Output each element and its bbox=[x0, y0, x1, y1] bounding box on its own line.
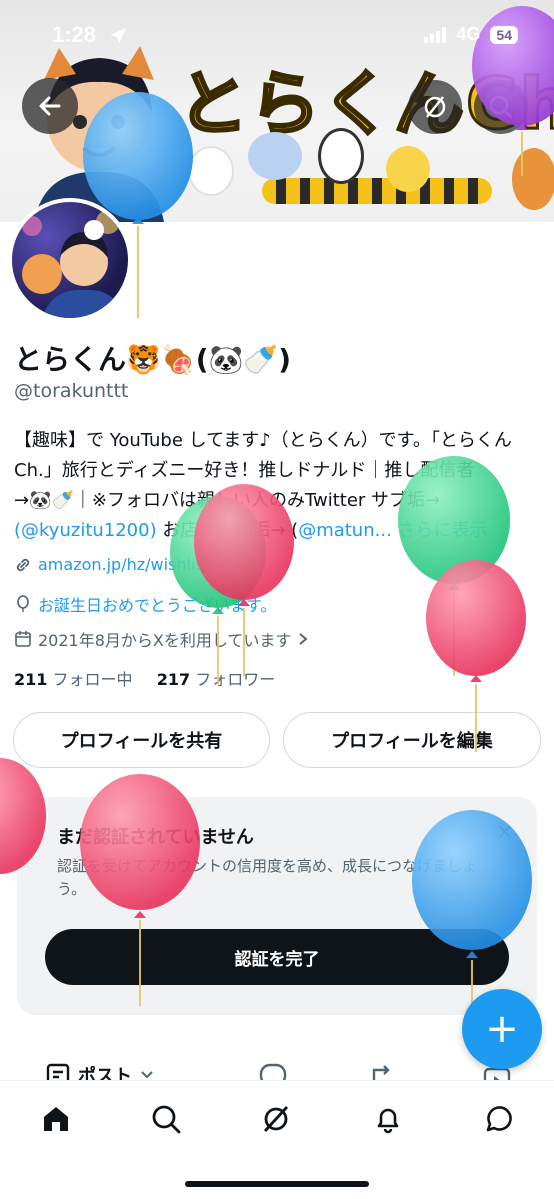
balloon-icon bbox=[17, 595, 29, 612]
nav-notifications[interactable] bbox=[368, 1099, 408, 1139]
cellular-signal-icon bbox=[424, 26, 447, 43]
back-button[interactable] bbox=[22, 78, 78, 134]
verification-description: 認証を受けてアカウントの信用度を高め、成長につなげましょう。 bbox=[57, 857, 478, 898]
verification-card: まだ認証されていません × 認証を受けてアカウントの信用度を高め、成長につなげま… bbox=[17, 797, 537, 1015]
banner-cow bbox=[318, 128, 364, 184]
search-icon bbox=[489, 95, 513, 119]
message-icon bbox=[486, 1106, 512, 1132]
bio-mention-matun[interactable]: @matun... bbox=[298, 520, 392, 541]
nav-grok[interactable] bbox=[256, 1099, 296, 1139]
compose-post-button[interactable]: + bbox=[462, 989, 542, 1069]
tab-posts-label: ポスト bbox=[78, 1066, 132, 1082]
banner-tiger bbox=[512, 148, 554, 210]
nav-home[interactable] bbox=[36, 1099, 76, 1139]
following-count: 211 bbox=[14, 670, 48, 689]
grok-button[interactable] bbox=[408, 80, 462, 134]
home-icon bbox=[44, 1107, 68, 1131]
followers-count: 217 bbox=[156, 670, 191, 689]
avatar[interactable] bbox=[8, 198, 132, 322]
chevron-right-icon bbox=[299, 633, 308, 645]
nav-search[interactable] bbox=[146, 1099, 186, 1139]
profile-link-row[interactable]: amazon.jp/hz/wishlist bbox=[14, 555, 210, 574]
battery-indicator: 54 bbox=[490, 25, 518, 44]
share-profile-button[interactable]: プロフィールを共有 bbox=[13, 712, 270, 768]
bio-mention-kyuzitu[interactable]: (@kyuzitu1200) bbox=[14, 520, 157, 541]
reply-tab-icon[interactable] bbox=[258, 1062, 288, 1082]
joined-row[interactable]: 2021年8月からXを利用しています bbox=[14, 627, 309, 651]
profile-link[interactable]: amazon.jp/hz/wishlist bbox=[38, 555, 210, 574]
search-button[interactable] bbox=[474, 80, 528, 134]
edit-profile-button[interactable]: プロフィールを編集 bbox=[283, 712, 541, 768]
user-handle: @torakunttt bbox=[14, 380, 129, 402]
arrow-left-icon bbox=[39, 96, 61, 116]
grok-icon bbox=[263, 1106, 289, 1132]
link-icon bbox=[16, 558, 30, 571]
status-bar: 1:28 4G 54 bbox=[0, 0, 554, 72]
avatar-illustration bbox=[22, 210, 124, 318]
nav-messages[interactable] bbox=[478, 1099, 518, 1139]
network-type: 4G bbox=[456, 24, 481, 44]
birthday-message: お誕生日おめでとうございます。 bbox=[38, 596, 277, 615]
location-arrow-icon bbox=[110, 28, 126, 44]
bio-line-1: 【趣味】で YouTube してます♪（とらくん）です。「とらくん bbox=[14, 430, 512, 451]
bio-line-4: (@kyuzitu1200) お店の専門垢→ (@matun... さらに表示 bbox=[14, 516, 544, 546]
calendar-icon bbox=[15, 631, 31, 647]
profile-tabs: ポスト bbox=[0, 1058, 554, 1082]
followers-link[interactable]: 217 フォロワー bbox=[157, 670, 276, 689]
status-time: 1:28 bbox=[52, 22, 97, 47]
birthday-row: お誕生日おめでとうございます。 bbox=[14, 592, 276, 616]
bio-line-2: Ch.」旅行とディズニー好き！推しドナルド｜推し配信者 bbox=[14, 460, 475, 481]
show-more-link[interactable]: さらに表示 bbox=[398, 520, 488, 541]
banner-rabbit bbox=[188, 146, 234, 196]
verification-title: まだ認証されていません bbox=[57, 827, 254, 848]
close-icon[interactable]: × bbox=[496, 819, 513, 843]
profile-bio: 【趣味】で YouTube してます♪（とらくん）です。「とらくん Ch.」旅行… bbox=[14, 426, 544, 546]
bottom-navigation bbox=[0, 1080, 554, 1199]
bio-line-3: →🐼🍼｜※フォロバは親しい人のみTwitter サブ垢→ bbox=[14, 490, 441, 511]
display-name: とらくん🐯🍖(🐼🍼) bbox=[14, 343, 292, 376]
banner-chick bbox=[386, 146, 430, 192]
complete-verification-button[interactable]: 認証を完了 bbox=[45, 929, 509, 985]
search-icon bbox=[152, 1105, 181, 1134]
followers-label: フォロワー bbox=[195, 670, 276, 689]
grok-icon bbox=[424, 96, 446, 118]
chevron-down-icon bbox=[141, 1071, 153, 1079]
following-link[interactable]: 211 フォロー中 bbox=[14, 670, 133, 689]
plus-icon: + bbox=[485, 1006, 519, 1052]
follow-stats: 211 フォロー中 217 フォロワー bbox=[14, 666, 275, 690]
banner-elephant bbox=[248, 132, 302, 180]
banner-tail-stripe bbox=[262, 178, 492, 204]
following-label: フォロー中 bbox=[52, 670, 133, 689]
joined-date: 2021年8月からXを利用しています bbox=[38, 631, 292, 650]
bell-icon bbox=[377, 1108, 399, 1134]
tab-posts[interactable]: ポスト bbox=[46, 1062, 154, 1082]
bio-text-shop: お店の専門垢→ ( bbox=[156, 520, 299, 541]
home-indicator bbox=[185, 1181, 369, 1187]
